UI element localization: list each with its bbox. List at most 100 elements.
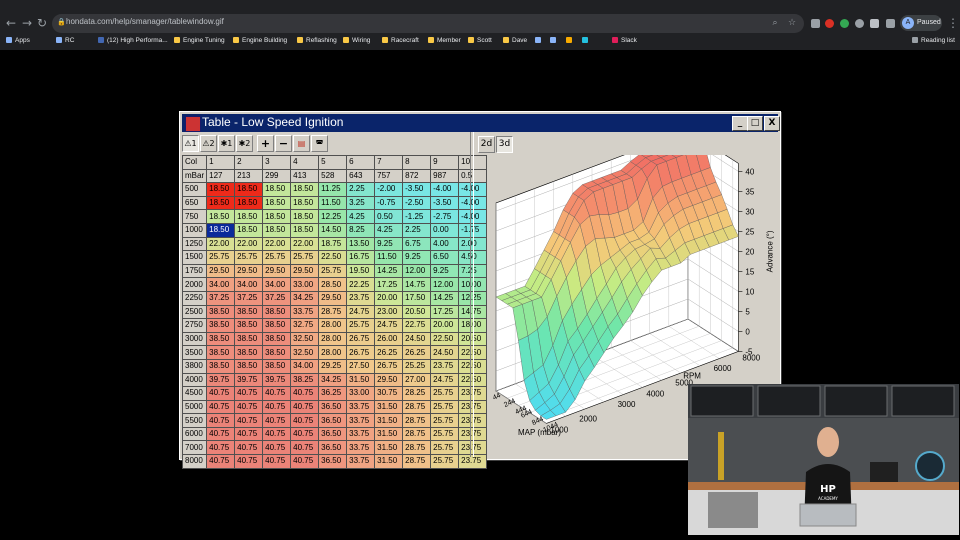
bookmark-engine-tuning[interactable]: Engine Tuning [174, 37, 225, 44]
table-cell[interactable]: 40.75 [234, 454, 264, 469]
puzzle-icon[interactable] [886, 19, 895, 28]
rpm-header[interactable]: 3000 [181, 331, 208, 347]
table-cell[interactable]: 25.75 [318, 263, 348, 279]
table-cell[interactable]: 34.00 [262, 277, 292, 292]
column-header[interactable]: 4 [290, 155, 320, 170]
table-cell[interactable]: 38.50 [262, 345, 292, 360]
table-cell[interactable]: 20.00 [430, 318, 460, 333]
rpm-header[interactable]: 650 [181, 195, 208, 211]
bookmark-scott[interactable]: Scott [468, 37, 492, 44]
table-cell[interactable]: 25.75 [206, 250, 236, 265]
table-cell[interactable]: 22.00 [234, 236, 264, 252]
table-cell[interactable]: 26.25 [374, 345, 404, 360]
rpm-header[interactable]: 1500 [181, 250, 208, 265]
table-cell[interactable]: 38.50 [262, 304, 292, 320]
bookmark-racecraft[interactable]: Racecraft [382, 37, 419, 44]
table-cell[interactable]: 22.50 [430, 331, 460, 347]
extension-icon[interactable] [840, 19, 849, 28]
table-cell[interactable]: 28.75 [402, 440, 432, 456]
column-header[interactable]: 1 [206, 155, 236, 170]
rpm-header[interactable]: 4500 [181, 386, 208, 401]
table-cell[interactable]: 24.75 [430, 372, 460, 388]
table-cell[interactable]: 40.75 [262, 399, 292, 415]
table-cell[interactable]: 11.50 [374, 250, 404, 265]
tab-3d[interactable]: 3d [496, 136, 513, 153]
table-cell[interactable]: 24.75 [346, 304, 376, 320]
rpm-header[interactable]: 1000 [181, 222, 208, 238]
table-cell[interactable]: 40.75 [234, 426, 264, 442]
mbar-header[interactable]: 528 [318, 168, 348, 184]
table-cell[interactable]: 22.75 [402, 318, 432, 333]
table-cell[interactable]: 28.75 [402, 454, 432, 469]
table-cell[interactable]: 11.50 [318, 195, 348, 211]
table-cell[interactable]: 34.00 [206, 277, 236, 292]
mbar-header[interactable]: 757 [374, 168, 404, 184]
table-cell[interactable]: 18.50 [234, 182, 264, 197]
table-cell[interactable]: 31.50 [374, 413, 404, 428]
table-cell[interactable]: 31.50 [346, 372, 376, 388]
mbar-header[interactable]: 643 [346, 168, 376, 184]
table-cell[interactable]: 40.75 [290, 440, 320, 456]
table-cell[interactable]: -3.50 [430, 195, 460, 211]
title-bar[interactable]: Table - Low Speed Ignition _ □ X [182, 114, 780, 132]
table-cell[interactable]: 40.75 [234, 413, 264, 428]
mbar-header[interactable]: 872 [402, 168, 432, 184]
table-cell[interactable]: 33.75 [346, 413, 376, 428]
table-cell[interactable]: 38.50 [206, 304, 236, 320]
table-cell[interactable]: 4.25 [346, 209, 376, 224]
close-button[interactable]: X [764, 116, 780, 131]
table-cell[interactable]: 38.25 [290, 372, 320, 388]
column-header[interactable]: 6 [346, 155, 376, 170]
rpm-header[interactable]: 500 [181, 182, 208, 197]
column-header[interactable]: 2 [234, 155, 264, 170]
table-cell[interactable]: 26.75 [374, 358, 404, 374]
table-cell[interactable]: 38.50 [234, 345, 264, 360]
column-header[interactable]: 7 [374, 155, 404, 170]
table-cell[interactable]: -3.50 [402, 182, 432, 197]
table-cell[interactable]: 0.00 [430, 222, 460, 238]
table-cell[interactable]: 9.25 [374, 236, 404, 252]
table-cell[interactable]: 33.75 [346, 399, 376, 415]
table-cell[interactable]: 38.50 [262, 331, 292, 347]
table-cell[interactable]: 27.00 [402, 372, 432, 388]
table-cell[interactable]: 29.50 [262, 263, 292, 279]
zoom-icon[interactable]: ⌕ [768, 16, 782, 30]
rpm-header[interactable]: 7000 [181, 440, 208, 456]
table-cell[interactable]: 12.25 [318, 209, 348, 224]
table-cell[interactable]: 33.75 [290, 304, 320, 320]
table-cell[interactable]: 26.75 [346, 345, 376, 360]
reload-icon[interactable]: ↻ [35, 16, 49, 30]
rpm-header[interactable]: 6000 [181, 426, 208, 442]
table-cell[interactable]: 17.50 [402, 290, 432, 306]
table-cell[interactable]: 26.00 [374, 331, 404, 347]
decrease-button[interactable]: − [275, 135, 292, 152]
table-cell[interactable]: 25.25 [402, 358, 432, 374]
table-cell[interactable]: 40.75 [262, 426, 292, 442]
table-cell[interactable]: 18.50 [262, 222, 292, 238]
table-cell[interactable]: 40.75 [290, 413, 320, 428]
table-cell[interactable]: 14.75 [402, 277, 432, 292]
table-cell[interactable]: 36.50 [318, 454, 348, 469]
table-cell[interactable]: 38.50 [234, 318, 264, 333]
table-cell[interactable]: 25.75 [430, 413, 460, 428]
table-cell[interactable]: 22.25 [346, 277, 376, 292]
profile-button[interactable]: A Paused [900, 15, 942, 31]
table-cell[interactable]: 13.50 [346, 236, 376, 252]
column-header[interactable]: 9 [430, 155, 460, 170]
table-cell[interactable]: 40.75 [262, 413, 292, 428]
table-cell[interactable]: 37.25 [262, 290, 292, 306]
table-cell[interactable]: 40.75 [234, 386, 264, 401]
table-cell[interactable]: -2.75 [430, 209, 460, 224]
table-cell[interactable]: 22.00 [290, 236, 320, 252]
rpm-header[interactable]: 750 [181, 209, 208, 224]
table-cell[interactable]: 34.25 [318, 372, 348, 388]
table-cell[interactable]: 18.50 [234, 222, 264, 238]
table-cell[interactable]: 28.25 [402, 386, 432, 401]
rpm-header[interactable]: 4000 [181, 372, 208, 388]
table-cell[interactable]: 26.75 [346, 331, 376, 347]
tab-2d[interactable]: 2d [478, 136, 495, 153]
pane-divider[interactable] [470, 132, 474, 457]
table-cell[interactable]: 40.75 [290, 454, 320, 469]
table-cell[interactable]: 25.75 [430, 426, 460, 442]
table-cell[interactable]: 40.75 [290, 426, 320, 442]
